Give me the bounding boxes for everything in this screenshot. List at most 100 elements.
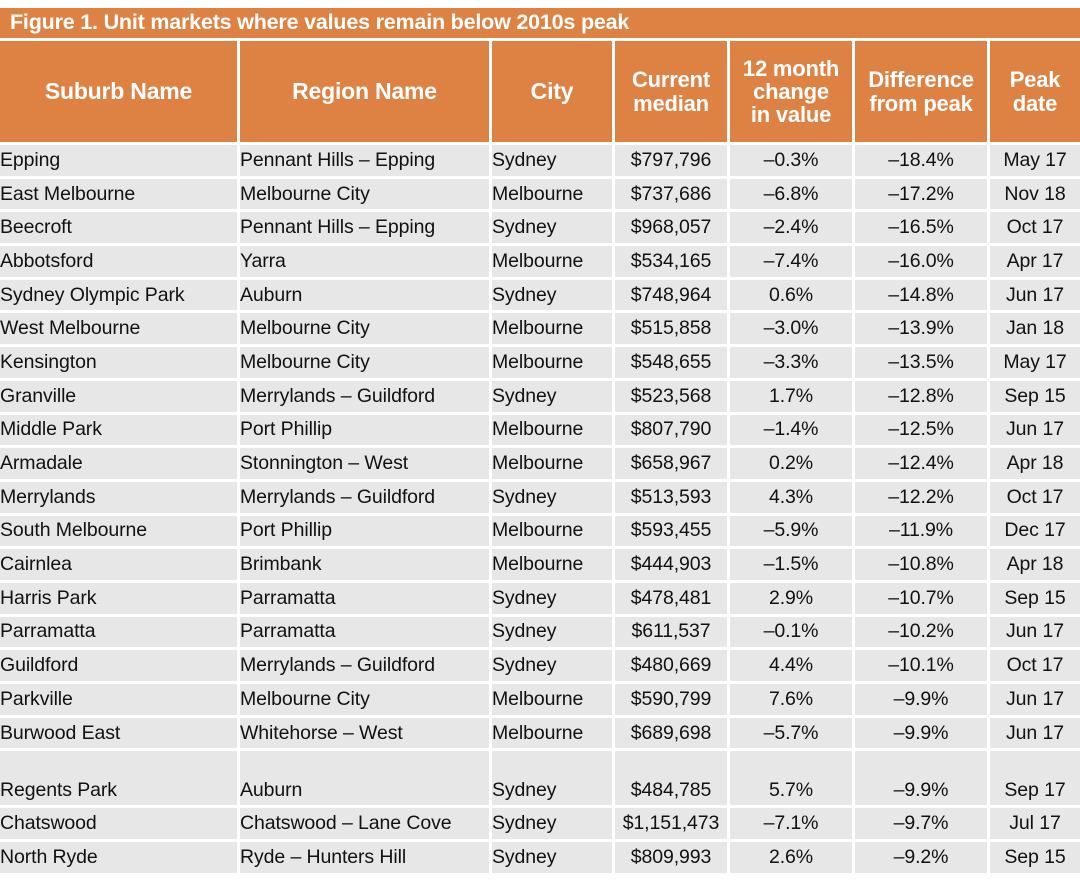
cell-current-median: $478,481 bbox=[615, 582, 730, 617]
cell-difference-from-peak: –12.5% bbox=[855, 414, 990, 449]
cell-peak-date: Dec 17 bbox=[990, 515, 1080, 550]
cell-peak-date: Oct 17 bbox=[990, 650, 1080, 684]
cell-12-month-change: –1.5% bbox=[730, 549, 855, 583]
table-row[interactable]: Chatswood Chatswood – Lane Cove Sydney $1,1… bbox=[0, 808, 1080, 843]
cell-region-name: Auburn bbox=[240, 751, 492, 809]
cell-12-month-change: –7.4% bbox=[730, 246, 855, 280]
table-row[interactable]: Merrylands Merrylands – Guildford Sydney $5… bbox=[0, 481, 1080, 516]
figure-title: Figure 1. Unit markets where values rema… bbox=[10, 10, 630, 35]
cell-current-median: $658,967 bbox=[615, 448, 730, 482]
cell-city: Sydney bbox=[492, 616, 615, 651]
table-row[interactable]: Guildford Merrylands – Guildford Sydney $48… bbox=[0, 650, 1080, 684]
cell-12-month-change: –7.1% bbox=[730, 808, 855, 843]
cell-current-median: $548,655 bbox=[615, 347, 730, 381]
cell-current-median: $968,057 bbox=[615, 212, 730, 247]
table-row[interactable]: West Melbourne Melbourne City Melbourne $51… bbox=[0, 313, 1080, 348]
column-header-suburb-name[interactable]: Suburb Name bbox=[0, 41, 240, 145]
table-row[interactable]: Harris Park Parramatta Sydney $478,481 2.9% –… bbox=[0, 582, 1080, 617]
cell-difference-from-peak: –10.7% bbox=[855, 582, 990, 617]
cell-difference-from-peak: –13.5% bbox=[855, 347, 990, 381]
cell-suburb-name: Armadale bbox=[0, 448, 240, 482]
cell-difference-from-peak: –9.9% bbox=[855, 751, 990, 809]
cell-region-name: Merrylands – Guildford bbox=[240, 650, 492, 684]
cell-12-month-change: 2.6% bbox=[730, 842, 855, 876]
column-header-region-name[interactable]: Region Name bbox=[240, 41, 492, 145]
cell-difference-from-peak: –10.1% bbox=[855, 650, 990, 684]
column-header-peak-date[interactable]: Peak date bbox=[990, 41, 1080, 145]
cell-difference-from-peak: –18.4% bbox=[855, 145, 990, 179]
table-row[interactable]: Middle Park Port Phillip Melbourne $807,790… bbox=[0, 414, 1080, 449]
data-table: Suburb Name Region Name City Current med… bbox=[0, 41, 1080, 876]
cell-12-month-change: –5.7% bbox=[730, 717, 855, 752]
cell-12-month-change: 0.2% bbox=[730, 448, 855, 482]
cell-region-name: Merrylands – Guildford bbox=[240, 481, 492, 516]
table-row[interactable]: Burwood East Whitehorse – West Melbourne $6… bbox=[0, 717, 1080, 752]
cell-region-name: Parramatta bbox=[240, 616, 492, 651]
table-body: Epping Pennant Hills – Epping Sydney $797,7… bbox=[0, 145, 1080, 876]
cell-difference-from-peak: –16.0% bbox=[855, 246, 990, 280]
cell-city: Sydney bbox=[492, 650, 615, 684]
cell-suburb-name: Parramatta bbox=[0, 616, 240, 651]
cell-region-name: Chatswood – Lane Cove bbox=[240, 808, 492, 843]
cell-12-month-change: –0.3% bbox=[730, 145, 855, 179]
cell-region-name: Melbourne City bbox=[240, 684, 492, 718]
cell-peak-date: Jan 18 bbox=[990, 313, 1080, 348]
table-row[interactable]: Beecroft Pennant Hills – Epping Sydney $968… bbox=[0, 212, 1080, 247]
table-row[interactable]: Granville Merrylands – Guildford Sydney $52… bbox=[0, 380, 1080, 415]
cell-peak-date: Sep 15 bbox=[990, 582, 1080, 617]
cell-region-name: Merrylands – Guildford bbox=[240, 380, 492, 415]
header-label-line-2: from peak bbox=[869, 90, 973, 116]
column-header-12-month-change-in-value[interactable]: 12 month change in value bbox=[730, 41, 855, 145]
cell-current-median: $513,593 bbox=[615, 481, 730, 516]
cell-suburb-name: Sydney Olympic Park bbox=[0, 279, 240, 314]
cell-suburb-name: Beecroft bbox=[0, 212, 240, 247]
table-row[interactable]: Sydney Olympic Park Auburn Sydney $748,964 0… bbox=[0, 279, 1080, 314]
cell-region-name: Melbourne City bbox=[240, 347, 492, 381]
cell-peak-date: Sep 17 bbox=[990, 751, 1080, 809]
table-row[interactable]: Abbotsford Yarra Melbourne $534,165 –7.4% –16… bbox=[0, 246, 1080, 280]
cell-current-median: $444,903 bbox=[615, 549, 730, 583]
table-row[interactable]: South Melbourne Port Phillip Melbourne $593… bbox=[0, 515, 1080, 550]
table-header: Suburb Name Region Name City Current med… bbox=[0, 41, 1080, 145]
table-row[interactable]: Regents Park Auburn Sydney $484,785 5.7% –9.9… bbox=[0, 751, 1080, 809]
column-header-difference-from-peak[interactable]: Difference from peak bbox=[855, 41, 990, 145]
table-row[interactable]: Parkville Melbourne City Melbourne $590,799… bbox=[0, 684, 1080, 718]
cell-difference-from-peak: –16.5% bbox=[855, 212, 990, 247]
figure-container: Figure 1. Unit markets where values rema… bbox=[0, 0, 1080, 880]
cell-suburb-name: Parkville bbox=[0, 684, 240, 718]
cell-difference-from-peak: –9.9% bbox=[855, 684, 990, 718]
cell-difference-from-peak: –9.2% bbox=[855, 842, 990, 876]
cell-suburb-name: Guildford bbox=[0, 650, 240, 684]
table-row[interactable]: Armadale Stonnington – West Melbourne $658,… bbox=[0, 448, 1080, 482]
column-header-city[interactable]: City bbox=[492, 41, 615, 145]
cell-12-month-change: –5.9% bbox=[730, 515, 855, 550]
header-row: Suburb Name Region Name City Current med… bbox=[0, 41, 1080, 145]
cell-peak-date: May 17 bbox=[990, 145, 1080, 179]
cell-peak-date: Jun 17 bbox=[990, 717, 1080, 752]
cell-difference-from-peak: –10.8% bbox=[855, 549, 990, 583]
cell-city: Melbourne bbox=[492, 717, 615, 752]
table-row[interactable]: North Ryde Ryde – Hunters Hill Sydney $809,… bbox=[0, 842, 1080, 876]
column-header-current-median[interactable]: Current median bbox=[615, 41, 730, 145]
cell-city: Sydney bbox=[492, 751, 615, 809]
cell-difference-from-peak: –9.7% bbox=[855, 808, 990, 843]
header-label: City bbox=[530, 78, 574, 105]
cell-suburb-name: Granville bbox=[0, 380, 240, 415]
table-row[interactable]: Parramatta Parramatta Sydney $611,537 –0.1% –… bbox=[0, 616, 1080, 651]
cell-suburb-name: Abbotsford bbox=[0, 246, 240, 280]
cell-peak-date: Apr 17 bbox=[990, 246, 1080, 280]
cell-difference-from-peak: –12.2% bbox=[855, 481, 990, 516]
table-row[interactable]: Epping Pennant Hills – Epping Sydney $797,7… bbox=[0, 145, 1080, 179]
cell-difference-from-peak: –13.9% bbox=[855, 313, 990, 348]
cell-region-name: Auburn bbox=[240, 279, 492, 314]
cell-suburb-name: West Melbourne bbox=[0, 313, 240, 348]
cell-peak-date: Jun 17 bbox=[990, 616, 1080, 651]
table-row[interactable]: Kensington Melbourne City Melbourne $548,65… bbox=[0, 347, 1080, 381]
table-row[interactable]: Cairnlea Brimbank Melbourne $444,903 –1.5% –1… bbox=[0, 549, 1080, 583]
header-label-line-1: Peak bbox=[1009, 67, 1061, 93]
table-row[interactable]: East Melbourne Melbourne City Melbourne $73… bbox=[0, 178, 1080, 213]
cell-region-name: Melbourne City bbox=[240, 313, 492, 348]
cell-peak-date: Jun 17 bbox=[990, 414, 1080, 449]
cell-region-name: Pennant Hills – Epping bbox=[240, 145, 492, 179]
cell-suburb-name: Cairnlea bbox=[0, 549, 240, 583]
